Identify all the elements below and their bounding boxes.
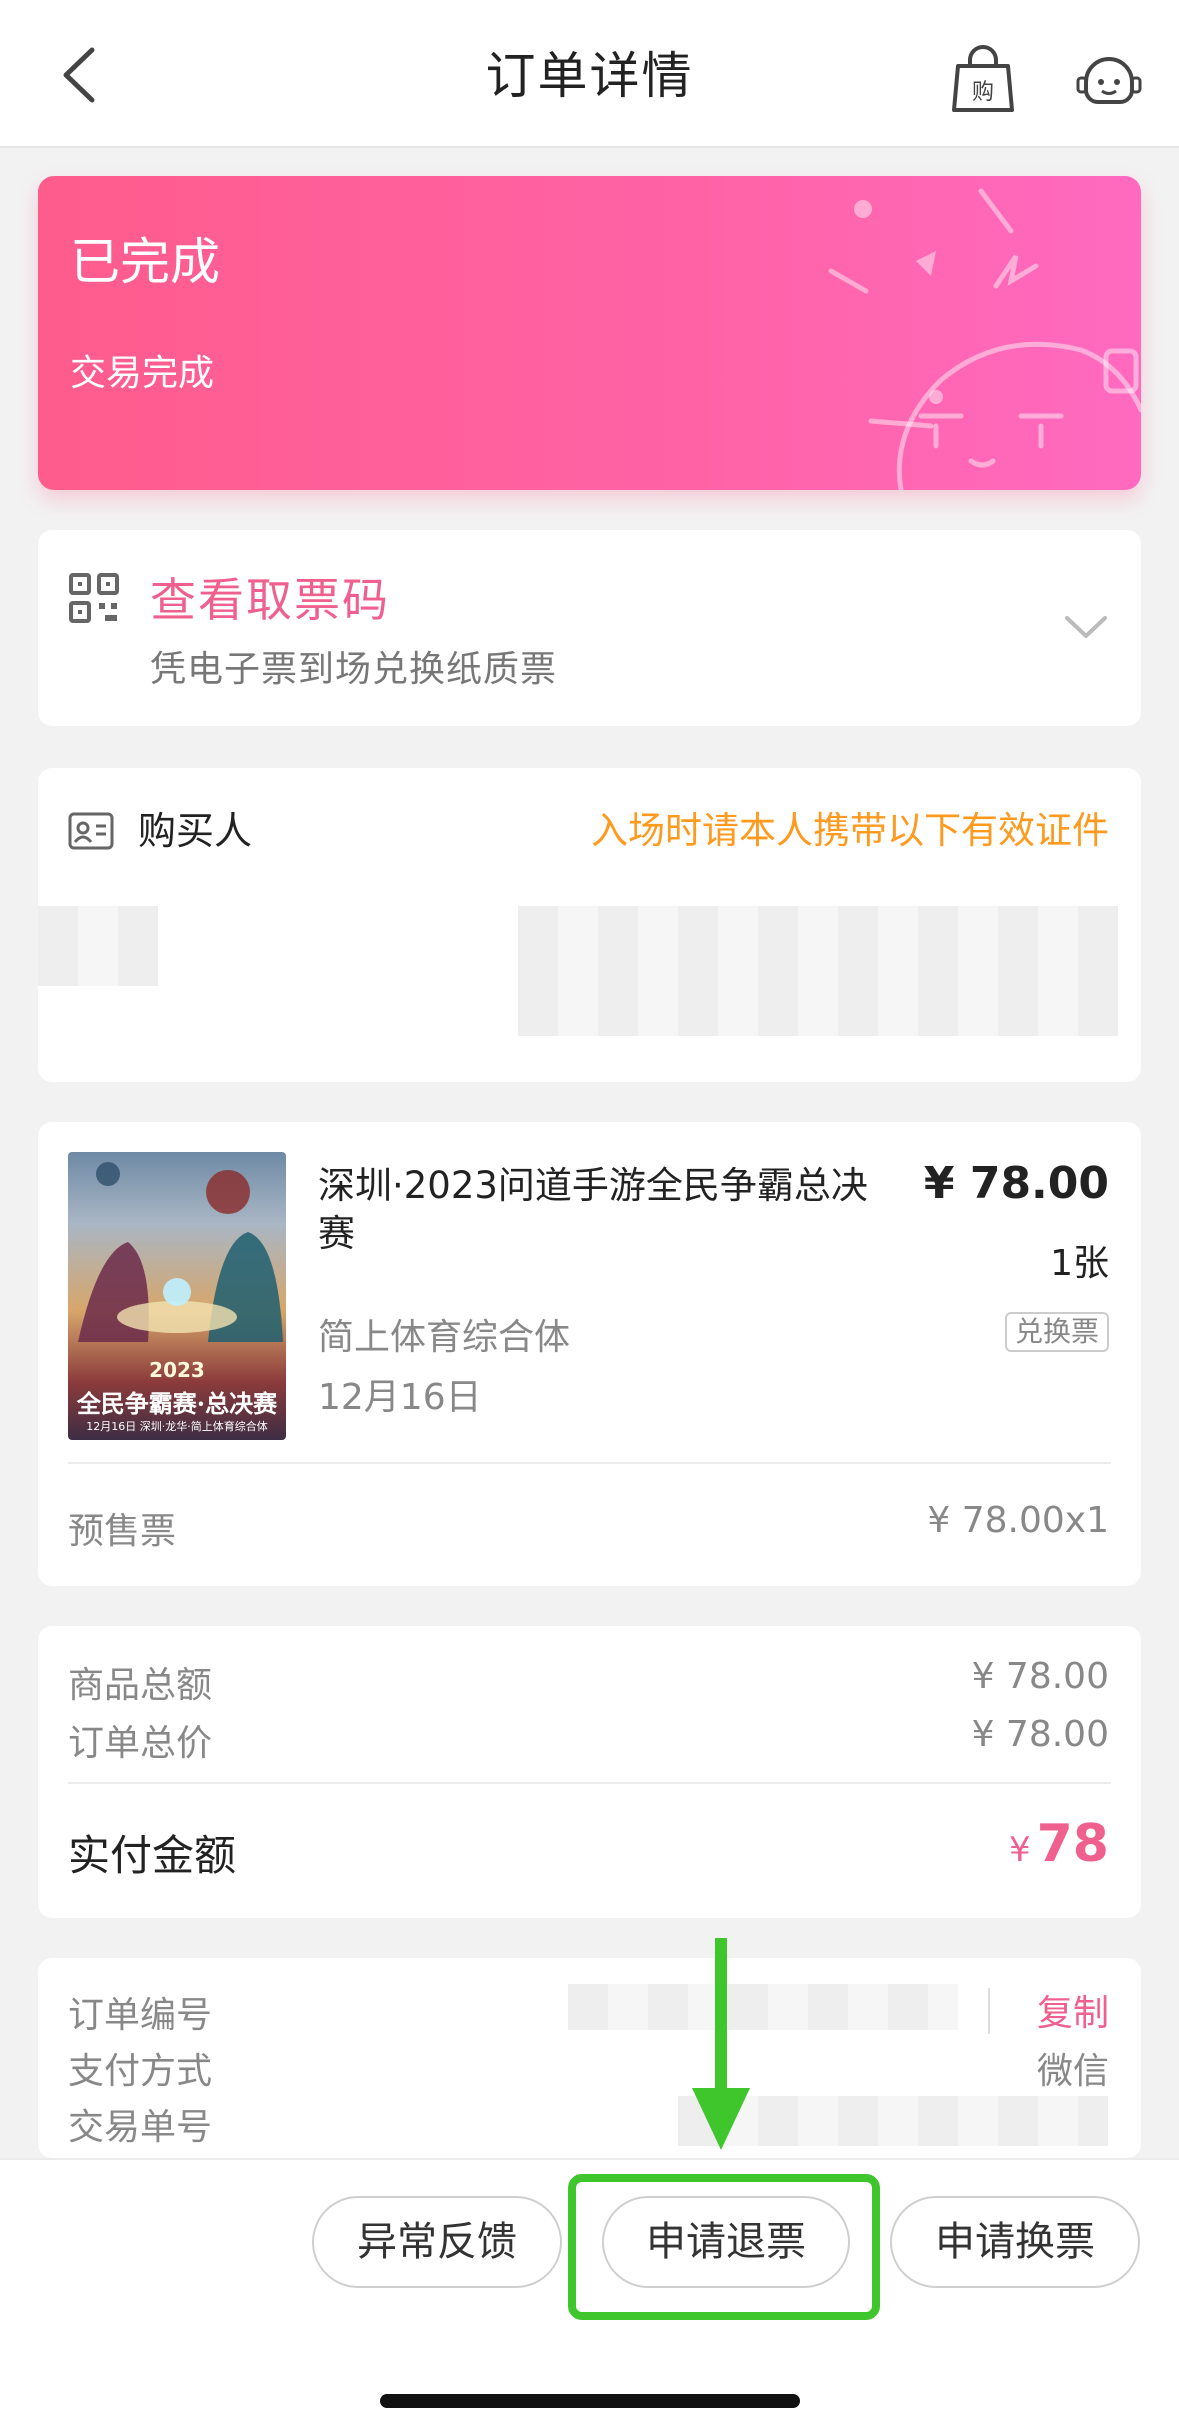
payment-method-label: 支付方式 (68, 2051, 213, 2092)
id-card-icon (68, 812, 114, 850)
id-requirement-notice: 入场时请本人携带以下有效证件 (591, 809, 1109, 852)
divider (68, 1462, 1111, 1464)
annotation-arrow-icon (692, 1938, 750, 2150)
paid-amount-label: 实付金额 (68, 1831, 237, 1880)
order-number-label: 订单编号 (68, 1995, 213, 2036)
view-ticket-code-link[interactable]: 查看取票码 (150, 564, 390, 630)
separator (988, 1988, 990, 2034)
request-exchange-button[interactable]: 申请换票 (890, 2196, 1140, 2288)
home-indicator[interactable] (380, 2394, 800, 2408)
chevron-down-icon[interactable] (1061, 602, 1111, 652)
event-venue: 简上体育综合体 (318, 1317, 571, 1358)
poster-caption: 12月16日 深圳·龙华·简上体育综合体 (86, 1420, 268, 1433)
ticket-code-card[interactable]: 查看取票码 凭电子票到场兑换纸质票 (38, 530, 1141, 726)
order-status-card: 已完成 交易完成 (38, 176, 1141, 490)
unit-price: ¥ 78.00 (923, 1158, 1109, 1209)
svg-text:购: 购 (972, 80, 994, 105)
poster-headline: 全民争霸赛·总决赛 (76, 1389, 278, 1418)
paid-amount-number: 78 (1036, 1814, 1109, 1874)
buyer-card: 购买人 入场时请本人携带以下有效证件 (38, 768, 1141, 1082)
ticket-code-hint: 凭电子票到场兑换纸质票 (150, 649, 558, 690)
ticket-type-price: ¥ 78.00x1 (927, 1500, 1109, 1541)
goods-total-value: ¥ 78.00 (971, 1656, 1109, 1697)
top-nav-bar: 订单详情 购 (0, 0, 1179, 148)
ticket-type-label: 预售票 (68, 1511, 177, 1552)
ticket-quantity: 1张 (1050, 1243, 1109, 1284)
event-title: 深圳·2023问道手游全民争霸总决赛 (318, 1164, 868, 1255)
payment-method-value: 微信 (1036, 2051, 1109, 2092)
order-total-value: ¥ 78.00 (971, 1714, 1109, 1755)
order-total-label: 订单总价 (68, 1723, 213, 1764)
mascot-illustration-icon (828, 188, 1141, 490)
poster-year: 2023 (149, 1358, 205, 1382)
status-title: 已完成 (70, 233, 220, 291)
event-poster-image: 2023 全民争霸赛·总决赛 12月16日 深圳·龙华·简上体育综合体 (68, 1152, 286, 1440)
amount-summary-card: 商品总额 ¥ 78.00 订单总价 ¥ 78.00 实付金额 ¥78 (38, 1626, 1141, 1918)
redacted-order-number (568, 1984, 958, 2030)
bottom-action-bar: 异常反馈 申请退票 申请换票 (0, 2158, 1179, 2425)
order-info-card: 订单编号 复制 支付方式 微信 交易单号 (38, 1958, 1141, 2158)
exchange-ticket-badge: 兑换票 (1004, 1312, 1109, 1352)
customer-service-icon[interactable] (1074, 44, 1144, 114)
report-issue-button[interactable]: 异常反馈 (312, 2196, 562, 2288)
product-card[interactable]: 2023 全民争霸赛·总决赛 12月16日 深圳·龙华·简上体育综合体 深圳·2… (38, 1122, 1141, 1586)
buyer-label: 购买人 (138, 809, 253, 853)
goods-total-label: 商品总额 (68, 1665, 213, 1706)
trade-number-label: 交易单号 (68, 2107, 213, 2148)
qr-code-icon (69, 573, 119, 623)
copy-order-number-button[interactable]: 复制 (1037, 1984, 1109, 2036)
redacted-buyer-id (518, 906, 1118, 1036)
shopping-bag-icon[interactable]: 购 (950, 44, 1016, 114)
event-date: 12月16日 (318, 1377, 482, 1418)
divider (68, 1782, 1111, 1784)
redacted-buyer-name (38, 906, 158, 986)
currency-symbol: ¥ (1008, 1830, 1031, 1870)
annotation-highlight-box (568, 2174, 880, 2320)
status-subtitle: 交易完成 (70, 353, 215, 394)
paid-amount-value: ¥78 (1009, 1814, 1109, 1874)
